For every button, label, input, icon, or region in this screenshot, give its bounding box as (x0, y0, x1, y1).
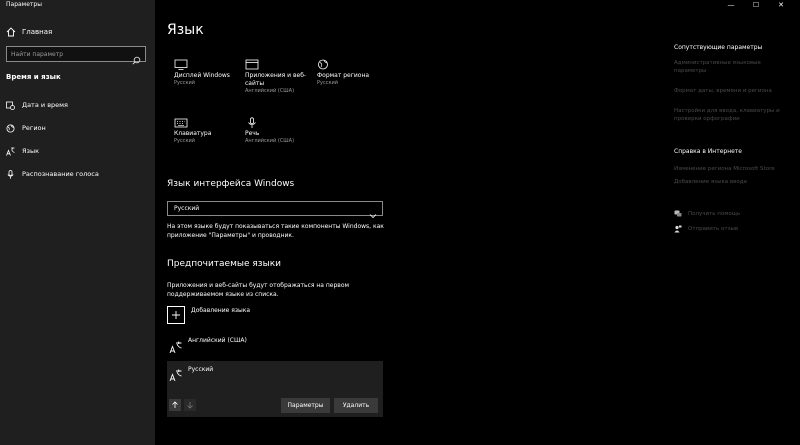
sidebar-item-label: Язык (22, 147, 40, 155)
sidebar-item-label: Распознавание голоса (22, 170, 99, 178)
display-language-heading: Язык интерфейса Windows (167, 179, 295, 189)
language-item-english[interactable]: Английский (США) (167, 333, 383, 359)
add-language-label: Добавление языка (191, 307, 251, 314)
help-link-store-region[interactable]: Изменение региона Microsoft Store (674, 165, 784, 173)
sidebar-item-speech[interactable]: Распознавание голоса (6, 167, 99, 181)
web-help-heading: Справка в Интернете (674, 148, 742, 155)
sidebar-item-label: Регион (22, 124, 46, 132)
bottom-strip (0, 438, 155, 445)
language-name: Русский (188, 366, 214, 373)
related-settings-heading: Сопутствующие параметры (674, 44, 763, 51)
plus-icon (167, 306, 185, 324)
get-help-label: Получить помощь (688, 211, 741, 217)
globe-region-icon (6, 124, 15, 133)
move-down-button[interactable] (184, 399, 196, 411)
chat-help-icon (674, 210, 682, 218)
keyboard-icon (174, 114, 188, 128)
window-icon (245, 56, 259, 70)
display-language-dropdown[interactable]: Русский (167, 201, 383, 219)
language-options-button[interactable]: Параметры (281, 398, 330, 413)
calendar-clock-icon (6, 101, 15, 110)
tile-keyboard[interactable]: Клавиатура Русский (174, 114, 244, 160)
tile-speech[interactable]: Речь Английский (США) (245, 114, 315, 160)
tile-subtitle: Русский (174, 80, 195, 86)
tile-subtitle: Английский (США) (245, 88, 295, 94)
tile-title: Речь (245, 130, 260, 137)
send-feedback-label: Отправить отзыв (688, 226, 739, 232)
related-link-date-format[interactable]: Формат даты, времени и региона (674, 87, 784, 95)
monitor-icon (174, 56, 188, 70)
tile-subtitle: Русский (317, 80, 338, 86)
sidebar-item-date-time[interactable]: Дата и время (6, 98, 68, 112)
get-help-link[interactable]: Получить помощь (674, 210, 740, 218)
tile-region-format[interactable]: Формат региона Русский (317, 56, 387, 102)
tile-subtitle: Русский (174, 138, 195, 144)
page-title: Язык (167, 22, 204, 38)
sidebar-item-language[interactable]: Язык (6, 144, 39, 158)
microphone-icon (6, 169, 15, 179)
tile-title: Клавиатура (174, 130, 212, 137)
search-field[interactable] (6, 46, 146, 65)
tile-title: Дисплей Windows (174, 72, 230, 79)
related-link-admin[interactable]: Административные языковые параметры (674, 59, 784, 75)
region-format-icon (317, 56, 331, 70)
nav-home[interactable]: Главная (6, 25, 52, 39)
language-icon (169, 339, 183, 354)
add-language-button[interactable]: Добавление языка (167, 306, 250, 324)
preferred-languages-heading: Предпочитаемые языки (167, 259, 281, 269)
language-icon (169, 367, 183, 382)
help-link-add-input[interactable]: Добавление языка ввода (674, 178, 784, 186)
language-icon (6, 147, 15, 156)
tile-title: Формат региона (317, 72, 370, 79)
search-input[interactable] (11, 50, 131, 59)
chevron-down-icon (369, 205, 377, 219)
feedback-icon (674, 225, 682, 233)
remove-language-button[interactable]: Удалить (334, 398, 378, 413)
app-title: Параметры (6, 1, 42, 8)
nav-home-label: Главная (22, 28, 53, 36)
dropdown-value: Русский (174, 205, 200, 212)
preferred-languages-description: Приложения и веб-сайты будут отображатьс… (167, 282, 350, 298)
send-feedback-link[interactable]: Отправить отзыв (674, 225, 738, 233)
tile-title: Приложения и веб-сайты (245, 72, 307, 87)
home-icon (6, 27, 16, 37)
tile-apps-websites[interactable]: Приложения и веб-сайты Английский (США) (245, 56, 311, 102)
microphone-icon (245, 114, 259, 128)
search-icon[interactable] (132, 50, 141, 65)
section-label: Время и язык (6, 73, 61, 81)
sidebar-item-region[interactable]: Регион (6, 121, 46, 135)
tile-windows-display[interactable]: Дисплей Windows Русский (174, 56, 244, 102)
display-language-description: На этом языке будут показываться такие к… (167, 223, 384, 239)
sidebar: Главная Время и язык Дата и время Регион… (0, 0, 155, 445)
language-name: Английский (США) (188, 337, 247, 344)
tile-subtitle: Английский (США) (245, 138, 295, 144)
move-up-button[interactable] (169, 399, 181, 411)
language-item-russian[interactable]: Русский Параметры Удалить (167, 361, 383, 417)
sidebar-item-label: Дата и время (22, 101, 68, 109)
related-link-typing[interactable]: Настройки для ввода, клавиатуры и провер… (674, 107, 784, 123)
